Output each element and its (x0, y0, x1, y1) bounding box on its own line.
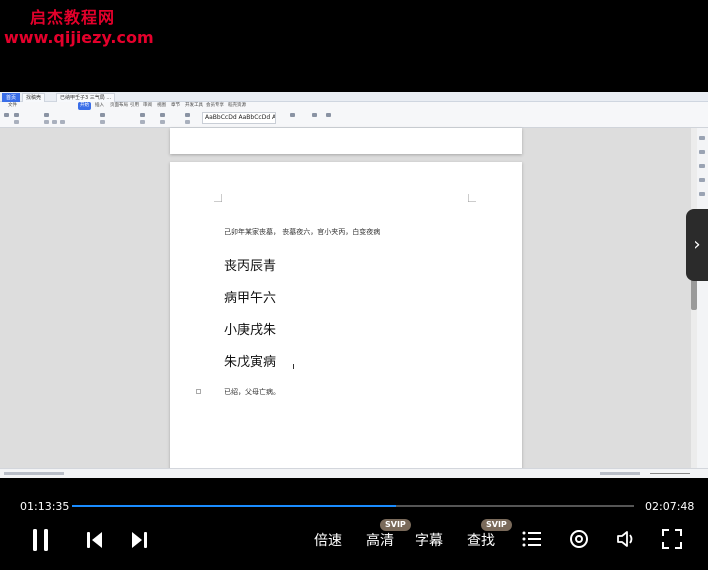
menu-section[interactable]: 章节 (171, 102, 180, 110)
ribbon-toolbar (0, 110, 708, 128)
tab-home[interactable]: 首页 (2, 93, 21, 102)
menu-dev[interactable]: 开发工具 (185, 102, 203, 110)
style-gallery[interactable]: AaBbCcDd AaBbCcDd AaBbC AaBbC (202, 112, 276, 124)
panel-tool-icon[interactable] (699, 192, 705, 196)
status-info (4, 472, 64, 475)
paragraph-mark-icon (196, 389, 201, 394)
align-left-icon[interactable] (140, 120, 145, 124)
elapsed-time: 01:13:35 (20, 500, 70, 513)
doc-line-2: 病甲午六 (224, 291, 277, 306)
tab-document[interactable]: 已纳甲壬子3 三气局 ... (56, 93, 116, 102)
panel-tool-icon[interactable] (699, 136, 705, 140)
indent-icon[interactable] (160, 113, 165, 117)
playlist-icon[interactable] (522, 530, 542, 548)
select-icon[interactable] (326, 113, 331, 117)
video-frame: 首页 找稿壳 已纳甲壬子3 三气局 ... 文件 开始 插入 页面布局 引用 审… (0, 92, 708, 478)
next-icon[interactable] (130, 531, 148, 549)
tab-template[interactable]: 找稿壳 (22, 93, 46, 102)
menu-insert[interactable]: 插入 (95, 102, 104, 110)
line-spacing-icon[interactable] (185, 120, 190, 124)
text-cursor (293, 364, 294, 369)
copy-icon[interactable] (14, 120, 19, 124)
status-bar (0, 468, 708, 478)
margin-corner-left (214, 194, 222, 202)
italic-icon[interactable] (52, 120, 57, 124)
menu-bar: 文件 开始 插入 页面布局 引用 审阅 视图 章节 开发工具 会员专享 稻壳资源 (0, 102, 708, 110)
quality-button[interactable]: 高清 (366, 530, 394, 550)
menu-file[interactable]: 文件 (8, 102, 17, 110)
cut-icon[interactable] (14, 113, 19, 117)
document-page[interactable]: 己卯年某家丧墓， 丧墓夜六，官小夹丙，白变夜病 丧丙辰青 病甲午六 小庚戌朱 朱… (170, 162, 522, 472)
doc-line-4: 朱戊寅病 (224, 355, 277, 370)
speed-button[interactable]: 倍速 (314, 530, 342, 550)
font-name-box[interactable] (44, 113, 49, 117)
paste-icon[interactable] (4, 113, 9, 117)
underline-icon[interactable] (60, 120, 65, 124)
progress-fill (72, 505, 396, 507)
menu-member[interactable]: 会员专享 (206, 102, 224, 110)
menu-layout[interactable]: 页面布局 (110, 102, 128, 110)
subtitle-button[interactable]: 字幕 (415, 530, 443, 550)
watermark-url: www.qijiezy.com (4, 28, 154, 47)
style-gallery-icon[interactable] (290, 113, 295, 117)
view-mode-icons[interactable] (600, 472, 640, 475)
document-page-previous (170, 128, 522, 154)
align-center-icon[interactable] (160, 120, 165, 124)
menu-resources[interactable]: 稻壳资源 (228, 102, 246, 110)
fullscreen-icon[interactable] (662, 529, 682, 549)
total-time: 02:07:48 (645, 500, 695, 513)
paragraph-icon[interactable] (185, 113, 190, 117)
doc-line-3: 小庚戌朱 (224, 323, 277, 338)
watermark-title: 启杰教程网 (30, 8, 116, 27)
settings-icon[interactable] (569, 529, 589, 549)
menu-references[interactable]: 引用 (130, 102, 139, 110)
side-panel-toggle[interactable]: › (686, 209, 708, 281)
list-icon[interactable] (140, 113, 145, 117)
panel-tool-icon[interactable] (699, 150, 705, 154)
search-button[interactable]: 查找 (467, 530, 495, 550)
find-replace-icon[interactable] (312, 113, 317, 117)
tab-bar: 首页 找稿壳 已纳甲壬子3 三气局 ... (0, 92, 708, 102)
margin-corner-right (468, 194, 476, 202)
menu-home[interactable]: 开始 (78, 102, 91, 110)
font-size-icon[interactable] (100, 113, 105, 117)
previous-icon[interactable] (86, 531, 104, 549)
panel-tool-icon[interactable] (699, 164, 705, 168)
doc-line-bottom: 已绍，父母亡病。 (224, 388, 280, 396)
menu-review[interactable]: 审阅 (143, 102, 152, 110)
doc-line-1: 丧丙辰青 (224, 259, 277, 274)
doc-line-top: 己卯年某家丧墓， 丧墓夜六，官小夹丙，白变夜病 (224, 228, 381, 236)
volume-icon[interactable] (616, 529, 638, 549)
menu-view[interactable]: 视图 (157, 102, 166, 110)
font-color-icon[interactable] (100, 120, 105, 124)
zoom-slider[interactable] (650, 473, 690, 474)
panel-tool-icon[interactable] (699, 178, 705, 182)
bold-icon[interactable] (44, 120, 49, 124)
pause-icon[interactable] (32, 528, 50, 552)
